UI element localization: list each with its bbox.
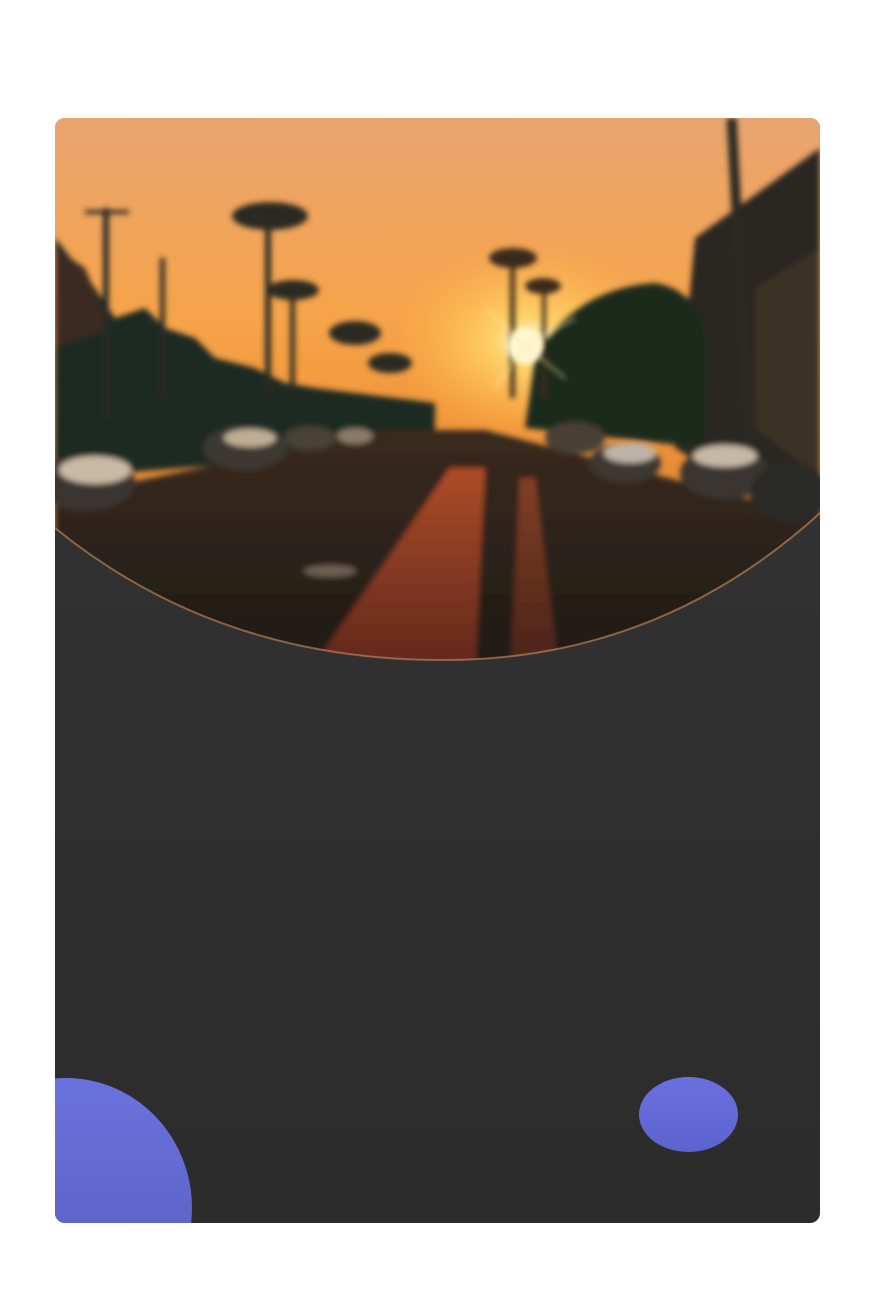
hero-photo [55,118,820,662]
decorative-blob-left [55,1078,192,1223]
content-card [55,118,820,1223]
decorative-blob-right [639,1077,738,1152]
